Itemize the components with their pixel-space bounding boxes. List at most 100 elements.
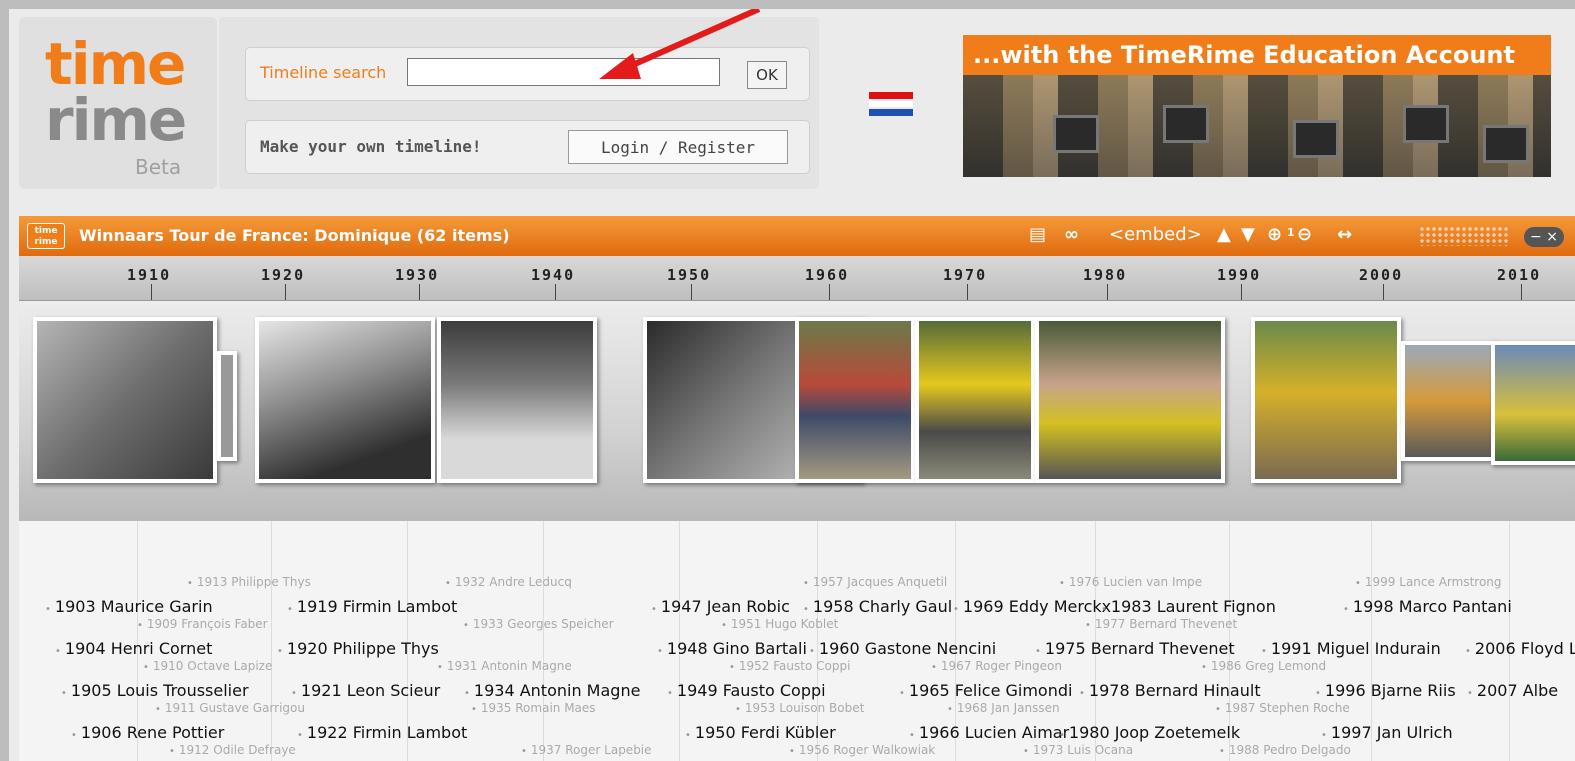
timeline-event-minor[interactable]: • 1976 Lucien van Impe — [1059, 575, 1202, 589]
timeline-event[interactable]: • 1921 Leon Scieur — [291, 681, 440, 700]
timeline-event-minor[interactable]: • 1933 Georges Speicher — [463, 617, 614, 631]
ruler-year-2: 1930 — [395, 266, 440, 284]
timeline-event[interactable]: • 1920 Philippe Thys — [277, 639, 439, 658]
ruler-tick — [1241, 284, 1242, 300]
timeline-event[interactable]: • 1934 Antonin Magne — [464, 681, 640, 700]
ruler-tick — [1107, 284, 1108, 300]
timeline-event[interactable]: • 1980 Joop Zoetemelk — [1059, 723, 1240, 742]
photo-charly-gaul[interactable] — [795, 317, 915, 483]
timeline-event[interactable]: • 2007 Albe — [1467, 681, 1558, 700]
photo-firmin-lambot[interactable] — [255, 317, 435, 483]
print-icon[interactable]: ▤ — [1029, 224, 1046, 245]
link-icon[interactable]: ∞ — [1064, 224, 1079, 245]
logo-beta-text: Beta — [135, 155, 182, 179]
timeline-event-minor[interactable]: • 1935 Romain Maes — [471, 701, 596, 715]
login-register-button[interactable]: Login / Register — [568, 130, 788, 164]
zoom-out-icon[interactable]: ⊖ — [1297, 224, 1312, 245]
timeline-event[interactable]: • 1958 Charly Gaul — [803, 597, 952, 616]
timeline-event-minor[interactable]: • 1913 Philippe Thys — [187, 575, 311, 589]
timeline-event[interactable]: • 1960 Gastone Nencini — [809, 639, 996, 658]
timeline-event[interactable]: • 2006 Floyd L — [1465, 639, 1575, 658]
timeline-event[interactable]: • 1991 Miguel Indurain — [1261, 639, 1441, 658]
timeline-event[interactable]: • 1998 Marco Pantani — [1343, 597, 1512, 616]
timeline-ruler[interactable]: 1910 1920 1930 1940 1950 1960 1970 1980 1990 2000… — [19, 256, 1575, 301]
timeline-event-minor[interactable]: • 1909 François Faber — [137, 617, 268, 631]
timeline-event-minor[interactable]: • 1956 Roger Walkowiak — [789, 743, 935, 757]
ruler-year-1: 1920 — [261, 266, 306, 284]
timerime-small-logo-icon: time rime — [27, 223, 65, 249]
fit-width-icon[interactable]: ↔ — [1337, 224, 1352, 245]
timeline-event[interactable]: • 1966 Lucien Aimar — [909, 723, 1069, 742]
timeline-event[interactable]: • 1975 Bernard Thevenet — [1035, 639, 1235, 658]
timeline-event[interactable]: • 1919 Firmin Lambot — [287, 597, 457, 616]
photo-antonin-magne[interactable] — [437, 317, 597, 483]
timeline-event-minor[interactable]: • 1957 Jacques Anquetil — [803, 575, 947, 589]
timeline-event-minor[interactable]: • 1977 Bernard Thevenet — [1085, 617, 1237, 631]
timeline-event[interactable]: • 1969 Eddy Merckx — [953, 597, 1111, 616]
timeline-event[interactable]: • 1950 Ferdi Kübler — [685, 723, 836, 742]
embed-button[interactable]: <embed> — [1109, 224, 1202, 245]
photo-thumb[interactable] — [217, 351, 237, 461]
photo-bernard-hinault[interactable] — [1035, 317, 1225, 483]
timeline-event-minor[interactable]: • 1910 Octave Lapize — [143, 659, 272, 673]
timeline-event-minor[interactable]: • 1986 Greg Lemond — [1201, 659, 1326, 673]
gridline — [271, 521, 272, 761]
timeline-event-minor[interactable]: • 1953 Louison Bobet — [735, 701, 864, 715]
timeline-event-minor[interactable]: • 1911 Gustave Garrigou — [155, 701, 305, 715]
ruler-tick — [151, 284, 152, 300]
timeline-event-minor[interactable]: • 1967 Roger Pingeon — [931, 659, 1062, 673]
timeline-title-bar: time rime Winnaars Tour de France: Domini… — [19, 216, 1575, 256]
timeline-event[interactable]: • 1905 Louis Trousselier — [61, 681, 249, 700]
timeline-event-minor[interactable]: • 1937 Roger Lapebie — [521, 743, 652, 757]
timeline-event-minor[interactable]: • 1999 Lance Armstrong — [1355, 575, 1502, 589]
timeline-event[interactable]: • 1949 Fausto Coppi — [667, 681, 826, 700]
education-account-banner[interactable]: ...with the TimeRime Education Account — [963, 35, 1551, 177]
timerime-logo[interactable]: time rime Beta — [19, 17, 217, 189]
timeline-event-minor[interactable]: • 1951 Hugo Koblet — [721, 617, 838, 631]
timeline-event[interactable]: • 1922 Firmin Lambot — [297, 723, 467, 742]
timeline-event-minor[interactable]: • 1932 Andre Leducq — [445, 575, 572, 589]
timeline-event[interactable]: • 1948 Gino Bartali — [657, 639, 807, 658]
timeline-event[interactable]: • 1996 Bjarne Riis — [1315, 681, 1456, 700]
zoom-in-icon[interactable]: ⊕ — [1267, 224, 1282, 245]
ruler-tick — [555, 284, 556, 300]
classroom-photo — [963, 75, 1551, 177]
ruler-tick — [419, 284, 420, 300]
timeline-event[interactable]: • 1965 Felice Gimondi — [899, 681, 1072, 700]
account-row: Make your own timeline! Login / Register — [245, 120, 810, 174]
timeline-event[interactable]: • 1906 Rene Pottier — [71, 723, 224, 742]
ruler-tick — [1521, 284, 1522, 300]
timeline-event-minor[interactable]: • 1952 Fausto Coppi — [729, 659, 850, 673]
make-own-timeline-label: Make your own timeline! — [260, 137, 482, 156]
timeline-event[interactable]: • 1983 Laurent Fignon — [1101, 597, 1276, 616]
photo-marco-pantani[interactable] — [1251, 317, 1401, 483]
education-banner-title: ...with the TimeRime Education Account — [963, 35, 1551, 75]
drag-handle[interactable] — [1419, 226, 1509, 246]
photo-maurice-garin[interactable] — [33, 317, 217, 483]
scroll-down-icon[interactable]: ▼ — [1241, 224, 1255, 245]
ruler-year-10: 2010 — [1497, 266, 1542, 284]
timeline-event-minor[interactable]: • 1912 Odile Defraye — [169, 743, 296, 757]
timeline-event[interactable]: • 1978 Bernard Hinault — [1079, 681, 1261, 700]
photo-floyd-landis[interactable] — [1491, 341, 1575, 465]
timeline-event-minor[interactable]: • 1988 Pedro Delgado — [1219, 743, 1351, 757]
minimize-close-icon[interactable]: − × — [1524, 227, 1564, 247]
timeline-event[interactable]: • 1997 Jan Ulrich — [1321, 723, 1453, 742]
photo-eddy-merckx[interactable] — [915, 317, 1035, 483]
scroll-up-icon[interactable]: ▲ — [1217, 224, 1231, 245]
dutch-flag-icon — [869, 92, 913, 116]
timeline-event[interactable]: • 1947 Jean Robic — [651, 597, 790, 616]
ruler-tick — [829, 284, 830, 300]
ruler-year-7: 1980 — [1083, 266, 1128, 284]
timeline-event-minor[interactable]: • 1931 Antonin Magne — [437, 659, 572, 673]
timeline-event-minor[interactable]: • 1968 Jan Janssen — [947, 701, 1060, 715]
timeline-event[interactable]: • 1904 Henri Cornet — [55, 639, 212, 658]
ruler-tick — [285, 284, 286, 300]
ruler-year-4: 1950 — [667, 266, 712, 284]
timeline-event-minor[interactable]: • 1987 Stephen Roche — [1215, 701, 1350, 715]
photo-lance-armstrong[interactable] — [1401, 341, 1497, 461]
timeline-photo-strip[interactable] — [19, 301, 1575, 521]
timeline-event[interactable]: • 1903 Maurice Garin — [45, 597, 213, 616]
timeline-event-minor[interactable]: • 1973 Luis Ocana — [1023, 743, 1133, 757]
timeline-search-label: Timeline search — [260, 63, 387, 82]
